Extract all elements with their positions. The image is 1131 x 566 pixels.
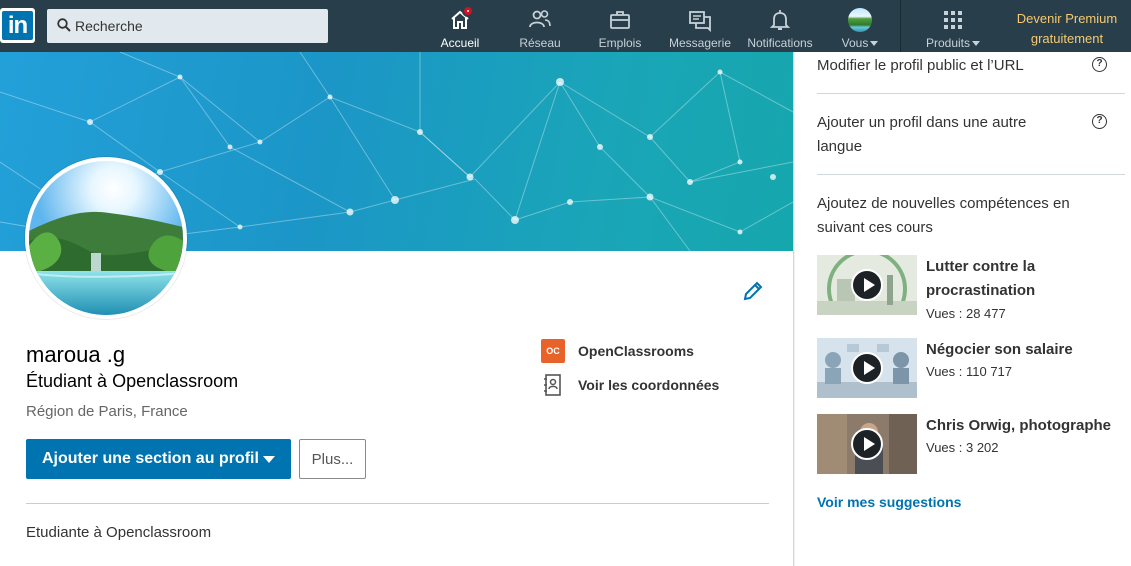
premium-link[interactable]: Devenir Premium gratuitement	[1003, 9, 1131, 49]
course-thumbnail	[817, 338, 917, 398]
course-views: Vues : 28 477	[926, 306, 1006, 321]
nav-products[interactable]: Produits	[922, 0, 984, 52]
course-thumbnail	[817, 255, 917, 315]
play-icon	[851, 269, 883, 301]
search-input[interactable]	[75, 9, 320, 43]
notification-badge	[462, 5, 474, 17]
contact-info-label: Voir les coordonnées	[578, 377, 720, 393]
rail-divider	[817, 93, 1125, 94]
profile-summary: Etudiante à Openclassroom	[26, 524, 212, 541]
course-item[interactable]: Lutter contre la procrastination Vues : …	[817, 255, 1127, 321]
nav-messaging-label: Messagerie	[668, 36, 732, 50]
chevron-down-icon	[870, 41, 879, 47]
profile-name: maroua .g	[26, 342, 126, 367]
section-divider	[26, 503, 769, 504]
nav-me-label-wrap: Vous	[835, 36, 885, 50]
search-box[interactable]	[47, 9, 328, 43]
address-book-icon	[544, 374, 561, 396]
nav-notifications[interactable]: Notifications	[745, 0, 815, 52]
courses-heading-line-1: Ajoutez de nouvelles compétences en	[817, 195, 1070, 212]
profile-location: Région de Paris, France	[26, 403, 188, 420]
course-thumbnail	[817, 414, 917, 474]
profile-card: maroua .g Étudiant à Openclassroom Régio…	[0, 52, 794, 566]
see-suggestions-link[interactable]: Voir mes suggestions	[817, 494, 961, 510]
nav-jobs[interactable]: Emplois	[595, 0, 645, 52]
briefcase-icon	[610, 11, 630, 29]
courses-heading-line-2: suivant ces cours	[817, 219, 933, 236]
network-icon	[529, 10, 551, 28]
nav-me[interactable]: Vous	[835, 0, 885, 52]
play-icon	[851, 352, 883, 384]
openclassrooms-logo: OC	[541, 339, 565, 363]
play-icon	[851, 428, 883, 460]
nav-jobs-label: Emplois	[598, 36, 642, 50]
more-button[interactable]: Plus...	[299, 439, 366, 479]
add-language-profile-line-1: Ajouter un profil dans une autre	[817, 114, 1027, 131]
nav-notifications-label: Notifications	[747, 36, 813, 50]
nav-home[interactable]: Accueil	[435, 0, 485, 52]
course-title: Chris Orwig, photographe	[926, 417, 1112, 434]
course-title-line-2: procrastination	[926, 282, 1036, 299]
add-profile-section-label: Ajouter une section au profil	[42, 450, 259, 467]
course-title-line-1: Lutter contre la	[926, 258, 1036, 275]
edit-pencil-icon[interactable]	[741, 279, 765, 303]
nav-me-label: Vous	[841, 36, 869, 50]
linkedin-logo[interactable]: in	[0, 8, 35, 43]
courses-heading: Ajoutez de nouvelles compétences en suiv…	[817, 192, 1107, 240]
search-icon	[57, 18, 71, 32]
course-item[interactable]: Négocier son salaire Vues : 110 717	[817, 338, 1127, 400]
nav-products-label: Produits	[925, 36, 971, 50]
course-views: Vues : 3 202	[926, 440, 999, 455]
linkedin-logo-text: in	[2, 11, 33, 40]
add-language-profile-line-2: langue	[817, 138, 863, 155]
help-icon[interactable]: ?	[1092, 114, 1107, 129]
premium-line-1: Devenir Premium	[1016, 11, 1118, 26]
chevron-down-icon	[972, 41, 981, 47]
course-views: Vues : 110 717	[926, 364, 1013, 379]
profile-headline: Étudiant à Openclassroom	[26, 371, 239, 391]
top-navigation-bar: in Accueil Réseau Emplois Messagerie Not…	[0, 0, 1131, 52]
nav-divider	[900, 0, 901, 52]
bell-icon	[769, 10, 791, 30]
messaging-icon	[689, 11, 711, 32]
premium-line-2: gratuitement	[1030, 31, 1104, 46]
nav-network-label: Réseau	[519, 36, 561, 50]
nav-home-label: Accueil	[440, 36, 480, 50]
edit-public-profile-link[interactable]: Modifier le profil public et l’URL	[817, 54, 1077, 78]
grid-icon	[944, 11, 962, 29]
right-rail: Modifier le profil public et l’URL ? Ajo…	[795, 52, 1131, 566]
nav-messaging[interactable]: Messagerie	[668, 0, 732, 52]
avatar	[848, 8, 872, 32]
course-item[interactable]: Chris Orwig, photographe Vues : 3 202	[817, 414, 1127, 476]
profile-photo[interactable]	[25, 157, 187, 319]
chevron-down-icon	[263, 456, 275, 463]
nav-products-label-wrap: Produits	[922, 36, 984, 50]
education-name: OpenClassrooms	[578, 343, 694, 359]
landscape-photo	[29, 161, 183, 315]
course-title: Lutter contre la procrastination	[926, 255, 1126, 303]
add-language-profile-link[interactable]: Ajouter un profil dans une autre langue	[817, 111, 1077, 159]
course-title: Négocier son salaire	[926, 341, 1073, 358]
rail-divider	[817, 174, 1125, 175]
help-icon[interactable]: ?	[1092, 57, 1107, 72]
add-profile-section-button[interactable]: Ajouter une section au profil	[26, 439, 291, 479]
nav-network[interactable]: Réseau	[515, 0, 565, 52]
